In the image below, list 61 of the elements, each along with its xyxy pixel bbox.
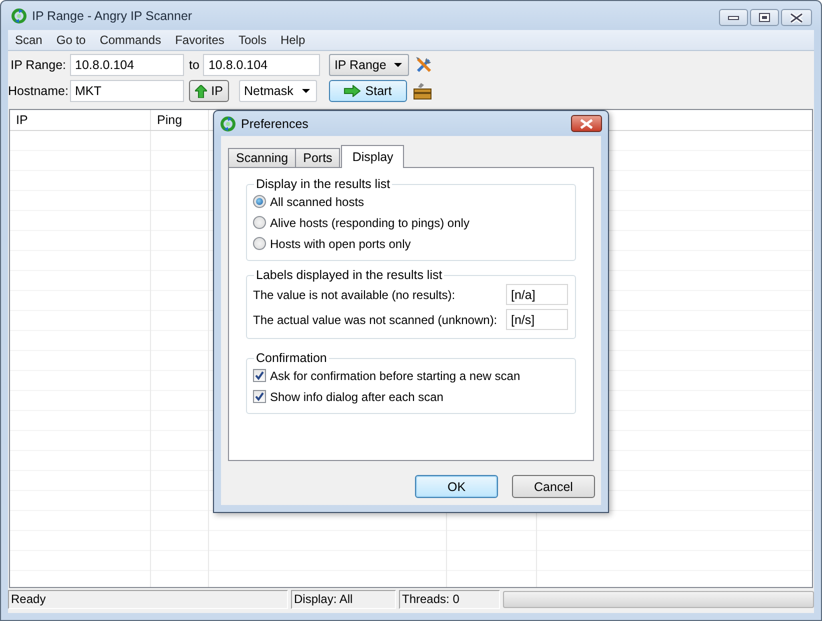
group-title: Display in the results list xyxy=(255,177,392,191)
menu-item[interactable]: Favorites xyxy=(168,33,232,47)
option-label: Hosts with open ports only xyxy=(270,236,411,250)
menu-item[interactable]: Scan xyxy=(8,33,50,47)
group-title: Labels displayed in the results list xyxy=(255,268,444,282)
column-header[interactable]: Ping xyxy=(151,110,209,130)
tab[interactable]: Display xyxy=(341,145,404,168)
ip-range-label: IP Range: xyxy=(10,58,67,72)
close-button[interactable] xyxy=(571,115,602,132)
status-text: Ready xyxy=(8,590,288,609)
menu-item[interactable]: Go to xyxy=(49,33,93,47)
tools-icon[interactable] xyxy=(415,56,434,74)
netmask-dropdown[interactable]: Netmask xyxy=(239,80,317,102)
window-title: IP Range - Angry IP Scanner xyxy=(32,8,192,22)
dialog-button[interactable]: Cancel xyxy=(512,475,595,498)
to-label: to xyxy=(189,58,200,72)
option-label: Ask for confirmation before starting a new scan xyxy=(270,368,520,382)
group-title: Confirmation xyxy=(255,351,328,365)
dialog-title: Preferences xyxy=(241,116,308,130)
field-label: The actual value was not scanned (unknown): xyxy=(253,312,498,326)
arrow-up-icon xyxy=(195,84,208,98)
menu-item[interactable]: Tools xyxy=(231,33,274,47)
range-start-field[interactable]: 10.8.0.104 xyxy=(70,54,184,76)
label-field[interactable]: [n/s] xyxy=(506,309,568,330)
caret-icon xyxy=(394,63,402,67)
minimize-button[interactable] xyxy=(719,9,748,26)
checkbox[interactable] xyxy=(253,390,266,403)
radio-button[interactable] xyxy=(253,195,266,208)
close-icon xyxy=(580,118,593,128)
caret-icon xyxy=(302,89,310,93)
close-button[interactable] xyxy=(781,9,812,26)
label-field[interactable]: [n/a] xyxy=(506,284,568,305)
arrow-right-icon xyxy=(344,85,362,97)
checkbox[interactable] xyxy=(253,369,266,382)
radio-button[interactable] xyxy=(253,237,266,250)
start-button[interactable]: Start xyxy=(329,80,407,102)
option-label: All scanned hosts xyxy=(270,194,364,208)
range-end-field[interactable]: 10.8.0.104 xyxy=(203,54,320,76)
menu-item[interactable]: Help xyxy=(273,33,312,47)
feeder-dropdown[interactable]: IP Range xyxy=(329,54,410,76)
column-header[interactable]: IP xyxy=(10,110,151,130)
radio-button[interactable] xyxy=(253,216,266,229)
maximize-button[interactable] xyxy=(750,9,779,26)
hostname-label: Hostname: xyxy=(8,84,70,98)
app-icon xyxy=(11,8,27,24)
display-status: Display: All xyxy=(291,590,396,609)
app-icon xyxy=(220,116,236,132)
close-icon xyxy=(790,12,803,22)
option-label: Alive hosts (responding to pings) only xyxy=(270,216,470,230)
hostname-field[interactable]: MKT xyxy=(70,80,184,102)
menu-item[interactable]: Commands xyxy=(92,33,168,47)
option-label: Show info dialog after each scan xyxy=(270,390,444,404)
field-label: The value is not available (no results): xyxy=(253,288,456,302)
minimize-icon xyxy=(728,16,739,20)
dialog-button[interactable]: OK xyxy=(415,475,498,498)
tab[interactable]: Ports xyxy=(295,148,340,167)
threads-status: Threads: 0 xyxy=(399,590,500,609)
toolbox-icon[interactable] xyxy=(413,82,432,100)
tab[interactable]: Scanning xyxy=(228,148,296,167)
maximize-icon xyxy=(759,13,770,22)
ip-button[interactable]: IP xyxy=(189,80,229,102)
